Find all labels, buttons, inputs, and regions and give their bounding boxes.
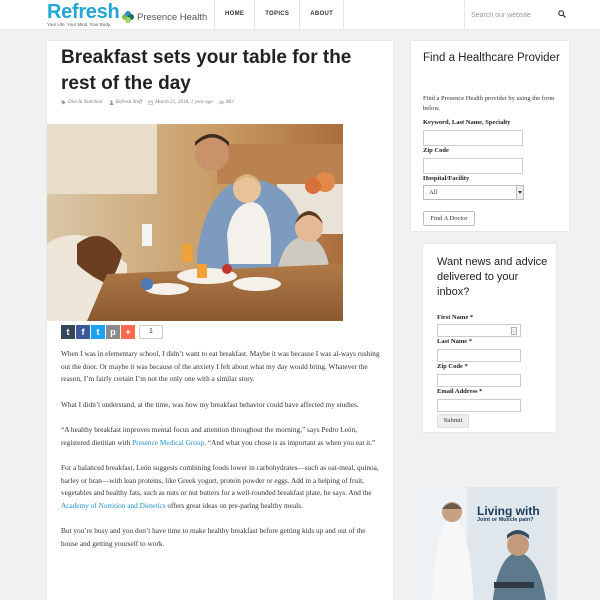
more-share-button[interactable]: + — [121, 325, 135, 339]
main-nav: HOME TOPICS ABOUT — [214, 0, 345, 30]
refresh-logo[interactable]: Refresh Your Life. Your Mind. Your Body. — [47, 1, 120, 27]
article-body: When I was in elementary school, I didn’… — [61, 348, 383, 563]
date-label: March 21, 2018, 1 year ago — [155, 99, 213, 105]
meta-category[interactable]: Diet & Nutrition — [61, 99, 103, 105]
presence-medical-group-link[interactable]: Presence Medical Group — [132, 438, 204, 447]
newsletter-zip-label: Zip Code * — [437, 363, 468, 370]
hospital-select[interactable]: All — [423, 185, 524, 200]
search-input[interactable] — [471, 9, 556, 21]
paragraph-3: “A healthy breakfast improves mental foc… — [61, 425, 376, 447]
logo-text: Refresh — [47, 1, 120, 23]
category-label: Diet & Nutrition — [68, 99, 103, 105]
meta-date: March 21, 2018, 1 year ago — [148, 99, 213, 105]
last-name-label: Last Name * — [437, 338, 473, 345]
chevron-down-icon — [516, 186, 523, 199]
paragraph-1: When I was in elementary school, I didn’… — [61, 349, 380, 383]
meta-author[interactable]: Refresh Staff — [109, 99, 142, 105]
keyword-label: Keyword, Last Name, Specialty — [423, 119, 511, 126]
ad-subline: Joint or Muscle pain? — [477, 517, 534, 523]
article-title: Breakfast sets your table for the rest o… — [61, 47, 352, 94]
paragraph-2: What I didn’t understand, at the time, w… — [61, 399, 359, 409]
provider-widget-intro: Find a Presence Health provider by using… — [423, 95, 555, 112]
author-label: Refresh Staff — [115, 99, 143, 105]
nav-topics[interactable]: TOPICS — [255, 0, 301, 30]
views-count: 802 — [225, 99, 234, 105]
hospital-label: Hospital/Facility — [423, 175, 470, 182]
meta-views: 802 — [218, 99, 234, 105]
share-count: 1 — [139, 325, 163, 339]
first-name-input[interactable] — [437, 324, 521, 337]
presence-mark-icon — [122, 11, 134, 23]
logo-tagline: Your Life. Your Mind. Your Body. — [47, 22, 112, 27]
academy-nutrition-link[interactable]: Academy of Nutrition and Dietetics — [61, 501, 166, 510]
submit-button[interactable]: Submit — [437, 414, 469, 428]
article-meta: Diet & Nutrition Refresh Staff March 21,… — [61, 99, 240, 105]
nav-home[interactable]: HOME — [215, 0, 256, 30]
zip-label: Zip Code — [423, 147, 449, 154]
user-icon — [109, 99, 114, 105]
tag-icon — [61, 100, 66, 104]
site-header: Refresh Your Life. Your Mind. Your Body.… — [0, 0, 600, 30]
zip-input[interactable] — [423, 158, 523, 174]
facebook-share-button[interactable]: f — [76, 325, 90, 339]
paragraph-5: But you’re busy and you don’t have time … — [61, 526, 366, 548]
article-card: Breakfast sets your table for the rest o… — [46, 40, 394, 600]
presence-health-logo[interactable]: Presence Health — [122, 11, 207, 23]
paragraph-4: For a balanced breakfast, León suggests … — [61, 463, 379, 510]
nav-about[interactable]: ABOUT — [300, 0, 345, 30]
partner-name: Presence Health — [137, 11, 208, 23]
email-input[interactable] — [437, 399, 521, 412]
twitter-share-button[interactable]: t — [91, 325, 105, 339]
search-box — [464, 0, 574, 30]
newsletter-title: Want news and advice delivered to your i… — [437, 256, 548, 298]
share-bar: t f t p + 1 — [61, 325, 163, 339]
last-name-input[interactable] — [437, 349, 521, 362]
keyword-input[interactable] — [423, 130, 523, 146]
ad-headline: Living with — [477, 504, 540, 518]
newsletter-zip-input[interactable] — [437, 374, 521, 387]
first-name-label: First Name * — [437, 314, 474, 321]
newsletter-widget: Want news and advice delivered to your i… — [422, 243, 557, 433]
find-doctor-button[interactable]: Find A Doctor — [423, 211, 475, 226]
hospital-select-value: All — [429, 189, 438, 196]
contact-card-icon — [511, 327, 517, 335]
joint-pain-ad[interactable]: Living with Joint or Muscle pain? — [422, 487, 557, 600]
article-photo — [47, 124, 343, 321]
search-icon[interactable] — [558, 10, 566, 18]
print-share-button[interactable]: p — [106, 325, 120, 339]
ad-text: Living with Joint or Muscle pain? — [477, 505, 540, 523]
tumblr-share-button[interactable]: t — [61, 325, 75, 339]
eye-icon — [218, 100, 224, 104]
provider-widget-title: Find a Healthcare Provider — [423, 52, 560, 64]
find-provider-widget: Find a Healthcare Provider Find a Presen… — [410, 40, 570, 232]
email-label: Email Address * — [437, 388, 483, 395]
calendar-icon — [148, 100, 153, 105]
